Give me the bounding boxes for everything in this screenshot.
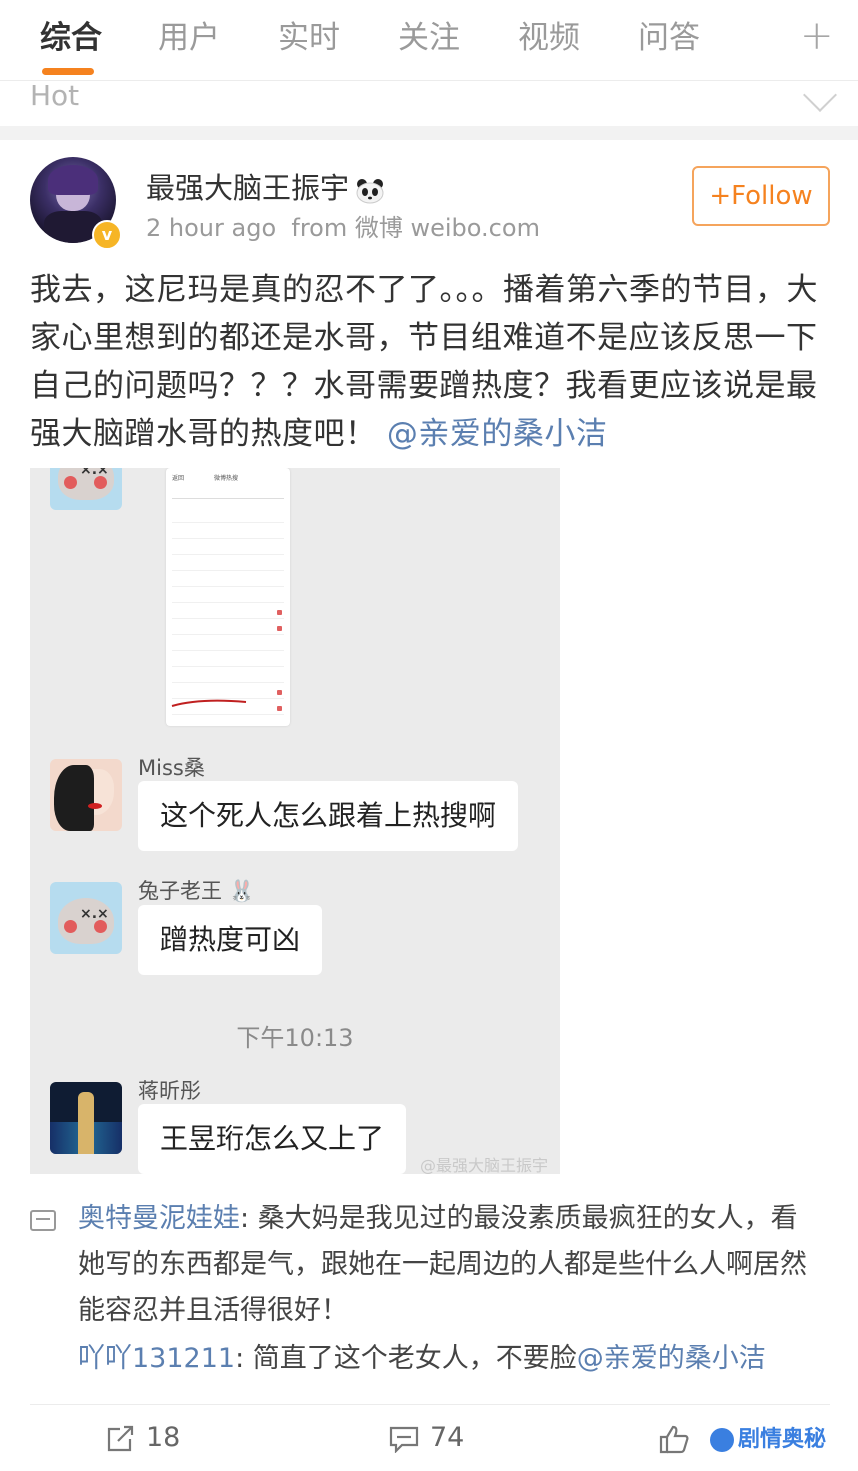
rabbit-avatar: ×.×: [50, 882, 122, 954]
avatar-lips-shape: [88, 803, 102, 809]
screenshot-row: [172, 528, 284, 539]
comment-item[interactable]: 吖吖131211: 简直了这个老女人，不要脸@亲爱的桑小洁: [78, 1336, 818, 1382]
image-watermark: @最强大脑王振宇: [420, 1156, 549, 1174]
chat-sender-name: 兔子老王 🐰: [138, 875, 255, 905]
screenshot-row: [172, 656, 284, 667]
post-meta: 2 hour ago from 微博 weibo.com: [146, 208, 540, 243]
post-body: 我去，这尼玛是真的忍不了了。。。播着第六季的节目，大家心里想到的都还是水哥，节目…: [30, 266, 830, 458]
comment-icon: [389, 1426, 419, 1454]
brand-watermark: 剧情奥秘: [710, 1420, 826, 1460]
figure-shape: [78, 1092, 94, 1154]
comment-user[interactable]: 吖吖131211: [78, 1343, 235, 1374]
screenshot-row: [172, 640, 284, 651]
repost-count: 18: [146, 1422, 181, 1453]
chat-sender-name-text: 兔子老王: [138, 879, 222, 903]
cat-eyes-icon: ×.×: [80, 906, 109, 922]
comment-mention-link[interactable]: @亲爱的桑小洁: [577, 1343, 766, 1374]
chat-message-bubble: 蹭热度可凶: [138, 905, 323, 975]
post-author[interactable]: 最强大脑王振宇: [146, 165, 385, 207]
post-mention-link[interactable]: @亲爱的桑小洁: [387, 416, 608, 452]
verified-badge-icon: v: [92, 220, 122, 250]
post-image-chat-screenshot[interactable]: ×.× 返回 微博热搜 Miss桑 这个死人怎么跟着上热搜啊 ×.× 兔子老王 …: [30, 468, 560, 1174]
screenshot-row: [172, 672, 284, 683]
jiang-avatar: [50, 1082, 122, 1154]
comment-item[interactable]: 奥特曼泥娃娃: 桑大妈是我见过的最没素质最疯狂的女人，看她写的东西都是气，跟她在…: [78, 1196, 818, 1334]
tab-users[interactable]: 用户: [158, 18, 220, 58]
tab-comprehensive[interactable]: 综合: [40, 18, 102, 58]
avatar-hair-shape: [54, 765, 94, 831]
avatar-hair-shape: [48, 165, 98, 195]
follow-button[interactable]: +Follow: [692, 166, 830, 226]
cat-cheek-left: [64, 476, 77, 489]
chat-message-bubble: 这个死人怎么跟着上热搜啊: [138, 781, 519, 851]
screenshot-row: [172, 560, 284, 571]
brand-watermark-text: 剧情奥秘: [738, 1427, 827, 1452]
section-divider: [0, 126, 858, 140]
thumbs-up-icon: [659, 1425, 689, 1453]
like-button[interactable]: [658, 1418, 700, 1458]
tab-qa[interactable]: 问答: [638, 18, 700, 58]
comment-preview-icon: [30, 1210, 56, 1231]
chat-sender-name: 蒋昕彤: [138, 1079, 201, 1103]
tab-realtime[interactable]: 实时: [278, 18, 340, 58]
comment-text: 简直了这个老女人，不要脸: [252, 1343, 577, 1374]
add-tab-plus-icon[interactable]: +: [800, 16, 834, 56]
hot-label: Hot: [30, 79, 80, 112]
comment-colon: :: [240, 1203, 258, 1234]
repost-icon: [107, 1425, 134, 1451]
screenshot-row: [172, 592, 284, 603]
post-time: 2 hour ago: [146, 214, 277, 242]
hot-search-screenshot: 返回 微博热搜: [166, 468, 290, 726]
miss-sang-avatar: [50, 759, 122, 831]
comment-colon: :: [235, 1343, 253, 1374]
screenshot-row: [172, 576, 284, 587]
cat-cheek-left: [64, 920, 77, 933]
comment-count: 74: [430, 1422, 465, 1453]
screenshot-row: [172, 544, 284, 555]
chat-timestamp: 下午10:13: [236, 1024, 354, 1052]
screenshot-row: [172, 608, 284, 619]
hot-section-header: Hot: [0, 78, 858, 127]
screenshot-back: 返回: [172, 475, 185, 482]
screenshot-header: 返回 微博热搜: [166, 470, 290, 484]
comment-user[interactable]: 奥特曼泥娃娃: [78, 1203, 240, 1234]
cat-eyes-icon: ×.×: [80, 468, 109, 478]
rabbit-avatar-top: ×.×: [50, 468, 122, 510]
chevron-down-icon[interactable]: [803, 78, 837, 112]
screenshot-title: 微博热搜: [214, 475, 239, 482]
screenshot-row: [172, 624, 284, 635]
red-underline-scribble: [171, 699, 247, 707]
chat-message-bubble: 王昱珩怎么又上了: [138, 1104, 407, 1174]
screenshot-row: [172, 512, 284, 523]
post-author-name[interactable]: 最强大脑王振宇: [146, 171, 349, 205]
chat-sender-name: Miss桑: [138, 756, 205, 780]
comment-button[interactable]: 74: [388, 1418, 464, 1458]
top-tab-bar: 综合 用户 实时 关注 视频 问答 +: [0, 0, 858, 80]
action-bar-divider: [30, 1404, 830, 1405]
brand-logo-icon: [710, 1428, 734, 1452]
post-source: from 微博 weibo.com: [291, 214, 540, 242]
tab-following[interactable]: 关注: [398, 18, 460, 58]
repost-button[interactable]: 18: [106, 1418, 180, 1458]
panda-emoji-icon: [355, 177, 385, 204]
rabbit-emoji-icon: 🐰: [228, 879, 255, 903]
tab-video[interactable]: 视频: [518, 18, 580, 58]
screenshot-tabs-row: [172, 488, 284, 499]
active-tab-indicator: [42, 68, 94, 75]
